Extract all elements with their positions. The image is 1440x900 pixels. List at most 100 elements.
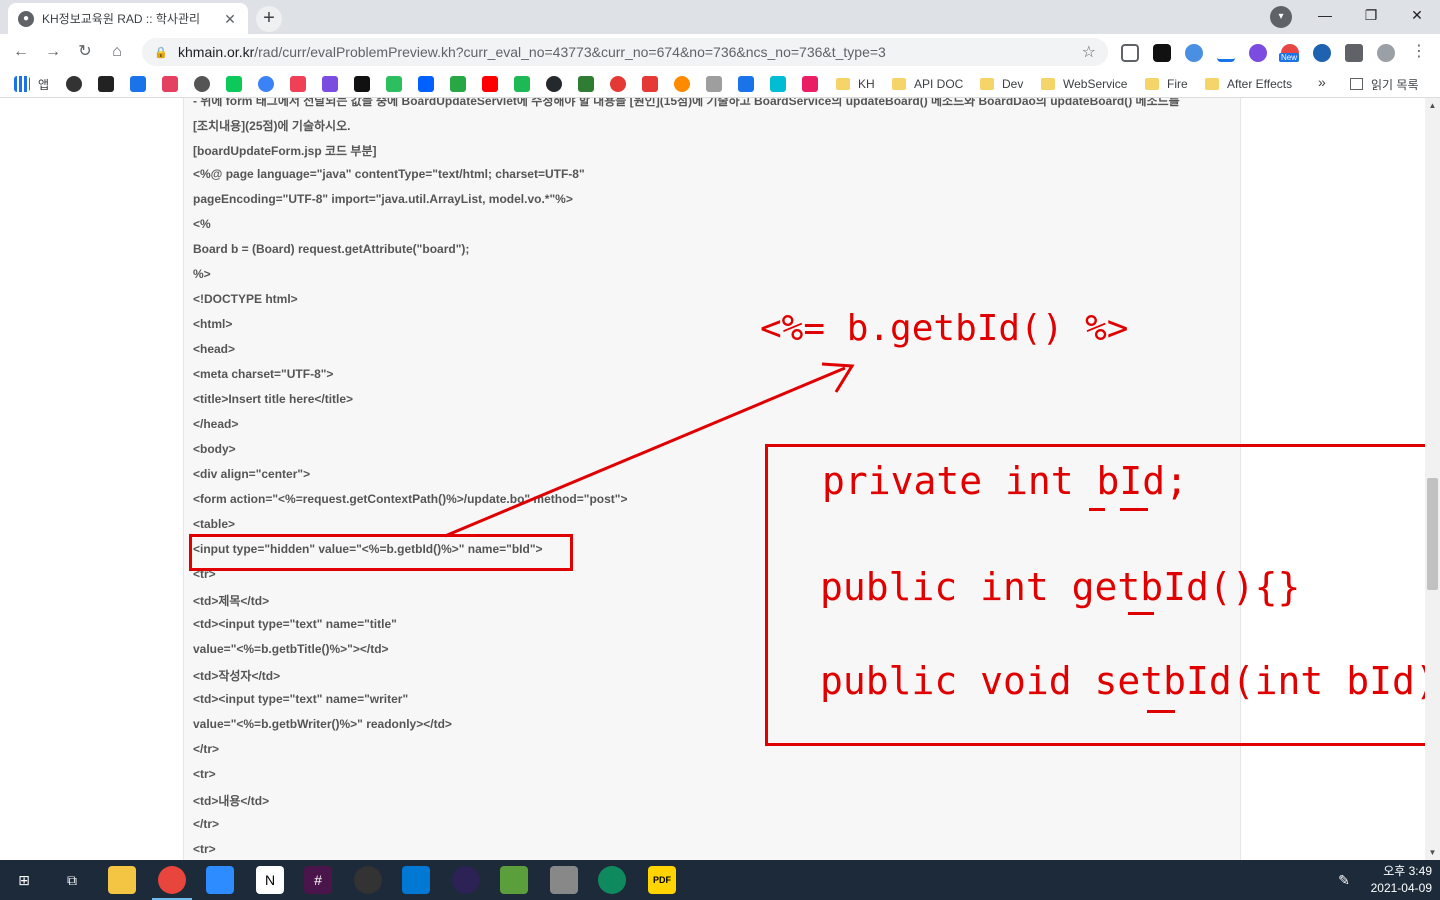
extension-icon[interactable] (1249, 44, 1267, 62)
folder-icon (1041, 78, 1055, 90)
slack-icon[interactable]: # (304, 866, 332, 894)
vertical-scrollbar[interactable]: ▲ ▼ (1425, 98, 1440, 860)
underline-mark (1120, 508, 1148, 511)
bookmark-icon[interactable] (706, 76, 722, 92)
windows-start-icon[interactable]: ⊞ (10, 866, 38, 894)
browser-tab[interactable]: ● KH정보교육원 RAD :: 학사관리 ✕ (8, 3, 248, 34)
vscode-icon[interactable] (402, 866, 430, 894)
browser-toolbar: ← → ↻ ⌂ 🔒 khmain.or.kr/rad/curr/evalProb… (0, 34, 1440, 70)
tab-close-icon[interactable]: ✕ (222, 11, 238, 27)
close-window-button[interactable]: ✕ (1394, 0, 1440, 30)
notion-icon[interactable] (354, 76, 370, 92)
apple-icon[interactable] (194, 76, 210, 92)
bookmark-icon[interactable] (450, 76, 466, 92)
eclipse-icon[interactable] (452, 866, 480, 894)
back-icon[interactable]: ← (8, 39, 34, 65)
file-explorer-icon[interactable] (108, 866, 136, 894)
notion-icon[interactable]: N (256, 866, 284, 894)
new-badge: New (1279, 53, 1300, 62)
bookmark-icon[interactable] (610, 76, 626, 92)
pdf-app-icon[interactable]: PDF (648, 866, 676, 894)
bookmark-icon[interactable] (802, 76, 818, 92)
wifi-icon[interactable] (738, 76, 754, 92)
pen-icon[interactable]: ✎ (1330, 866, 1358, 894)
reload-icon[interactable]: ↻ (72, 39, 98, 65)
tab-title: KH정보교육원 RAD :: 학사관리 (42, 12, 201, 26)
notion-extension-icon[interactable] (1153, 44, 1171, 62)
bookmark-icon[interactable] (322, 76, 338, 92)
scroll-up-icon[interactable]: ▲ (1425, 98, 1440, 113)
bookmarks-overflow-icon[interactable]: » (1318, 74, 1326, 90)
bookmark-icon[interactable] (226, 76, 242, 92)
url-path: /rad/curr/evalProblemPreview.kh?curr_eva… (254, 44, 886, 60)
menu-kebab-icon[interactable]: ⋮ (1406, 39, 1432, 65)
clock-time: 오후 3:49 (1383, 864, 1432, 878)
windows-taskbar: ⊞ ⧉ N # PDF ✎ 오후 3:49 2021-04-09 (0, 860, 1440, 900)
minimize-button[interactable]: — (1302, 0, 1348, 30)
tab-search-icon[interactable]: ▾ (1270, 6, 1292, 28)
scroll-down-icon[interactable]: ▼ (1425, 845, 1440, 860)
lock-icon[interactable]: 🔒 (154, 46, 168, 59)
download-extension-icon[interactable] (1217, 44, 1235, 62)
folder-icon (1145, 78, 1159, 90)
extension-icon[interactable]: New (1279, 44, 1300, 62)
app-icon[interactable] (550, 866, 578, 894)
bookmark-icon[interactable] (162, 76, 178, 92)
page-content: - 위에 form 태그에서 전달되는 값들 중에 BoardUpdateSer… (0, 98, 1440, 860)
extension-icon[interactable] (1185, 44, 1203, 62)
getter-declaration: public int getbId(){} (820, 565, 1301, 609)
url-host: khmain.or.kr (178, 44, 255, 60)
zoom-icon[interactable] (206, 866, 234, 894)
profile-avatar[interactable] (1377, 44, 1395, 62)
setter-declaration: public void setbId(int bId){ (820, 659, 1440, 703)
dropbox-icon[interactable] (418, 76, 434, 92)
bookmark-icon[interactable] (578, 76, 594, 92)
bookmark-icon[interactable] (770, 76, 786, 92)
apps-grid-icon[interactable] (14, 76, 30, 92)
app-icon[interactable] (500, 866, 528, 894)
bookmark-folder-after-effects[interactable]: After Effects (1205, 75, 1292, 93)
tab-strip: ● KH정보교육원 RAD :: 학사관리 ✕ + ▾ — ❐ ✕ (0, 0, 1440, 34)
github-icon[interactable] (546, 76, 562, 92)
pocket-icon[interactable] (290, 76, 306, 92)
folder-icon (892, 78, 906, 90)
bookmark-folder-dev[interactable]: Dev (980, 75, 1023, 93)
extensions-puzzle-icon[interactable] (1345, 44, 1363, 62)
underline-mark (1128, 612, 1154, 615)
reading-list[interactable]: 읽기 목록 (1350, 75, 1419, 93)
bookmark-star-icon[interactable]: ☆ (1082, 42, 1096, 62)
pocket-extension-icon[interactable] (1121, 44, 1139, 62)
extension-icon[interactable] (1313, 44, 1331, 62)
new-tab-button[interactable]: + (256, 6, 282, 32)
apps-label[interactable]: 앱 (38, 76, 49, 93)
bookmark-folder-api-doc[interactable]: API DOC (892, 75, 963, 93)
bookmark-folder-fire[interactable]: Fire (1145, 75, 1188, 93)
bookmark-icon[interactable] (98, 76, 114, 92)
edge-icon[interactable] (598, 866, 626, 894)
address-bar[interactable]: 🔒 khmain.or.kr/rad/curr/evalProblemPrevi… (142, 38, 1108, 66)
bookmark-icon[interactable] (642, 76, 658, 92)
site-favicon-icon: ● (18, 10, 34, 27)
expression-annotation: <%= b.getbId() %> (760, 308, 1129, 349)
reading-list-icon (1350, 78, 1363, 90)
system-clock[interactable]: 오후 3:49 2021-04-09 (1371, 863, 1432, 897)
bookmark-icon[interactable] (258, 76, 274, 92)
folder-icon (836, 78, 850, 90)
bookmarks-bar: 앱 KH API DOC Dev WebService Fire After E… (0, 70, 1440, 98)
obs-icon[interactable] (354, 866, 382, 894)
bookmark-folder-kh[interactable]: KH (836, 75, 875, 93)
bookmark-icon[interactable] (514, 76, 530, 92)
youtube-icon[interactable] (482, 76, 498, 92)
maximize-button[interactable]: ❐ (1348, 0, 1394, 30)
bookmark-folder-webservice[interactable]: WebService (1041, 75, 1127, 93)
trello-icon[interactable] (130, 76, 146, 92)
bookmark-icon[interactable] (66, 76, 82, 92)
home-icon[interactable]: ⌂ (104, 39, 130, 65)
bookmark-icon[interactable] (674, 76, 690, 92)
evernote-icon[interactable] (386, 76, 402, 92)
scroll-thumb[interactable] (1427, 478, 1438, 590)
chrome-icon[interactable] (158, 866, 186, 894)
forward-icon[interactable]: → (40, 39, 66, 65)
folder-icon (980, 78, 994, 90)
task-view-icon[interactable]: ⧉ (58, 866, 86, 894)
